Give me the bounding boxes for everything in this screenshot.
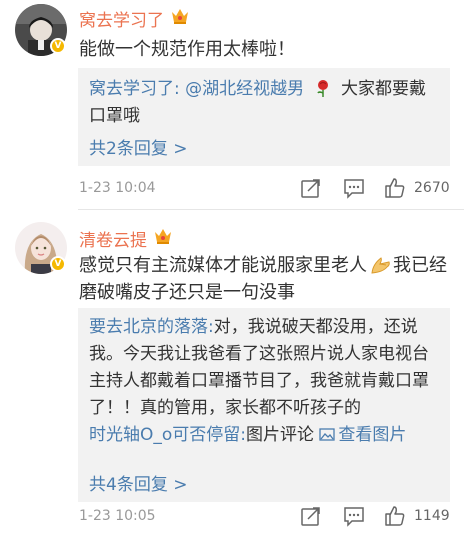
comment-text: 感觉只有主流媒体才能说服家里老人 我已经磨破嘴皮子还只是一句没事 [79, 252, 449, 306]
like-count: 2670 [414, 180, 450, 196]
rose-emoji [316, 80, 328, 97]
view-image-link[interactable]: 查看图片 [319, 425, 406, 445]
username[interactable]: 清卷云提 [79, 226, 147, 251]
comment-item: V 窝去学习了 能做一个规范作用太棒啦！ 窝去学习了: @湖北经视越男 大家都要… [0, 0, 464, 210]
reply-icon[interactable] [343, 177, 365, 199]
like-count: 1149 [414, 508, 450, 524]
username[interactable]: 窝去学习了 [79, 6, 164, 31]
comment-text-part1: 感觉只有主流媒体才能说服家里老人 [79, 255, 367, 276]
reply-text: 窝去学习了: @湖北经视越男 大家都要戴口罩哦 [89, 76, 441, 130]
image-icon [319, 428, 336, 441]
comment-item: V 清卷云提 感觉只有主流媒体才能说服家里老人 我已经磨破嘴皮子还只是一句没事 … [0, 212, 464, 536]
reply-icon[interactable] [343, 505, 365, 527]
view-image-label: 查看图片 [338, 425, 407, 445]
like-icon [385, 506, 405, 526]
view-replies-link[interactable]: 共4条回复 > [89, 470, 187, 495]
crown-icon [155, 229, 171, 244]
like-icon [385, 178, 405, 198]
repost-icon[interactable] [300, 177, 322, 199]
reply-body: 图片评论 [246, 425, 315, 445]
reply-author[interactable]: 要去北京的落落: [89, 317, 214, 337]
like-button[interactable]: 2670 [384, 177, 456, 199]
mention-link[interactable]: @湖北经视越男 [185, 79, 304, 99]
reply-text: 要去北京的落落:对，我说破天都没用，还说我。今天我让我爸看了这张照片说人家电视台… [89, 314, 441, 449]
reply-author[interactable]: 时光轴O_o可否停留: [89, 425, 246, 445]
comment-text: 能做一个规范作用太棒啦！ [79, 39, 295, 60]
comment-divider [78, 209, 464, 210]
view-replies-link[interactable]: 共2条回复 > [89, 134, 187, 159]
like-button[interactable]: 1149 [384, 505, 456, 527]
crown-icon [172, 9, 188, 24]
timestamp: 1-23 10:04 [79, 180, 156, 196]
repost-icon[interactable] [300, 505, 322, 527]
praying-hands-emoji [371, 257, 390, 274]
reply-preview[interactable]: 窝去学习了: @湖北经视越男 大家都要戴口罩哦 共2条回复 > [78, 68, 450, 166]
reply-author[interactable]: 窝去学习了: [89, 79, 180, 99]
timestamp: 1-23 10:05 [79, 508, 156, 524]
reply-preview[interactable]: 要去北京的落落:对，我说破天都没用，还说我。今天我让我爸看了这张照片说人家电视台… [78, 308, 450, 502]
verified-badge-icon: V [50, 256, 66, 272]
verified-badge-icon: V [50, 38, 66, 54]
